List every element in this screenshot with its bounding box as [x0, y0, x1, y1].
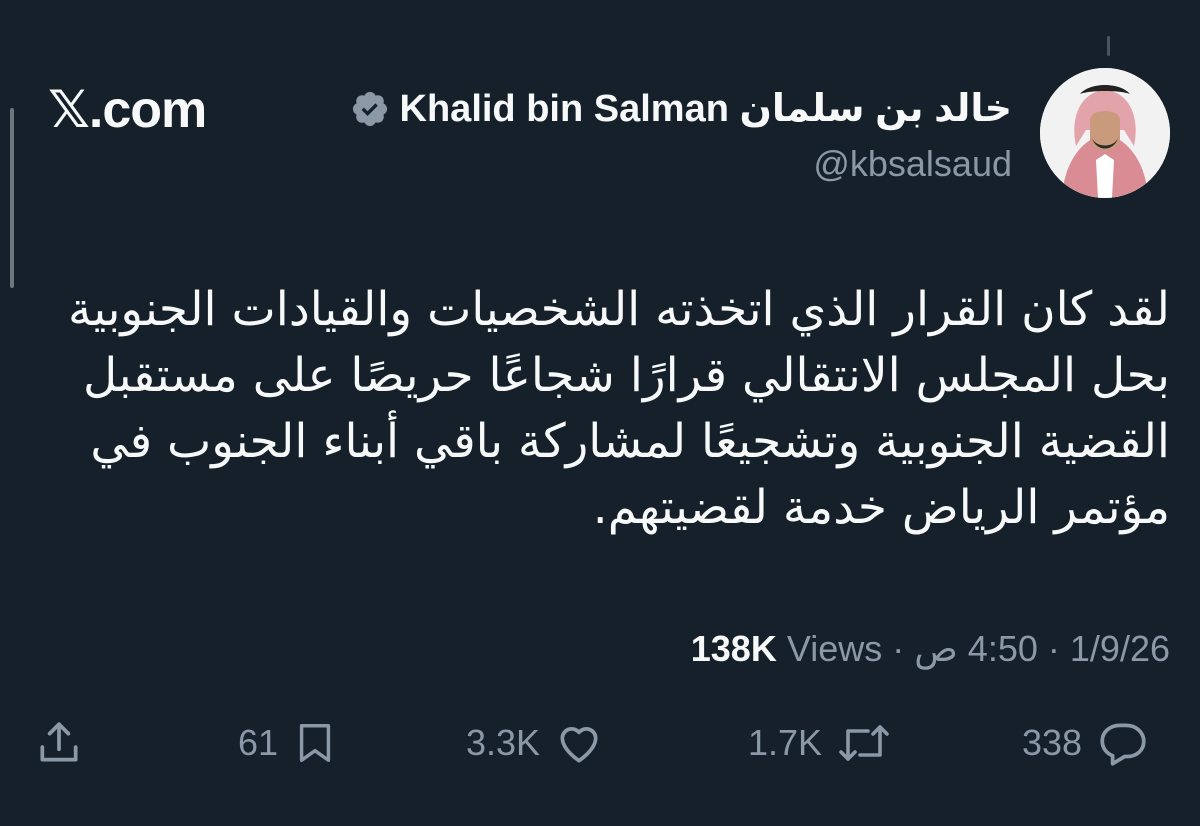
reply-icon	[1096, 718, 1150, 768]
repost-count: 1.7K	[748, 722, 823, 763]
repost-icon	[836, 718, 892, 768]
tweet-meta: 138K Views · 4:50 ص · 1/9/26	[691, 628, 1170, 670]
share-button[interactable]	[34, 718, 84, 768]
bookmark-icon	[292, 718, 338, 768]
display-name[interactable]: Khalid bin Salman خالد بن سلمان	[400, 86, 1012, 131]
share-icon	[34, 718, 84, 768]
meta-separator: ·	[892, 628, 905, 669]
verified-badge-icon	[350, 89, 390, 129]
views-label[interactable]: Views	[787, 628, 882, 669]
bookmark-button[interactable]: 61	[238, 718, 338, 768]
meta-separator: ·	[1047, 628, 1060, 669]
like-count: 3.3K	[466, 722, 541, 763]
tweet-header: Khalid bin Salman خالد بن سلمان @kbsalsa…	[350, 68, 1170, 198]
heart-icon	[554, 718, 604, 768]
repost-button[interactable]: 1.7K	[748, 718, 892, 768]
action-bar: 61 3.3K 1.7K 338	[0, 718, 1200, 778]
scrollbar[interactable]	[10, 108, 14, 288]
tweet-time[interactable]: 4:50 ص	[914, 628, 1038, 669]
like-button[interactable]: 3.3K	[466, 718, 604, 768]
bookmark-count: 61	[238, 722, 279, 763]
tweet-date[interactable]: 1/9/26	[1070, 628, 1170, 669]
avatar[interactable]	[1040, 68, 1170, 198]
reply-count: 338	[1022, 722, 1083, 763]
user-handle[interactable]: @kbsalsaud	[813, 143, 1012, 185]
top-drag-handle	[1107, 36, 1110, 56]
brand-logo: 𝕏.com	[48, 81, 207, 139]
views-count[interactable]: 138K	[691, 628, 777, 669]
reply-button[interactable]: 338	[1022, 718, 1150, 768]
user-names: Khalid bin Salman خالد بن سلمان @kbsalsa…	[350, 68, 1012, 185]
tweet-text: لقد كان القرار الذي اتخذته الشخصيات والق…	[67, 282, 1170, 535]
name-row[interactable]: Khalid bin Salman خالد بن سلمان	[350, 86, 1012, 131]
